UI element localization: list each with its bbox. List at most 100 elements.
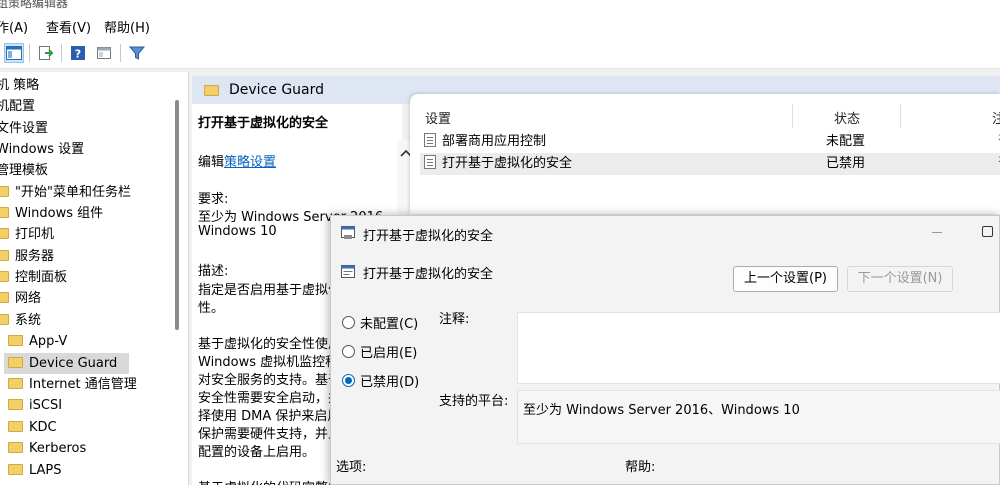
filter-button[interactable] xyxy=(127,43,147,63)
requirements-label: 要求: xyxy=(198,192,229,207)
folder-icon xyxy=(8,442,23,453)
radio-enabled-label[interactable]: 已启用(E) xyxy=(360,342,417,361)
setting-row-selected[interactable]: 打开基于虚拟化的安全 已禁用 否 xyxy=(420,153,1000,175)
tree-item[interactable]: App-V xyxy=(8,331,67,352)
help-label: 帮助: xyxy=(625,460,656,475)
description-text: 指定是否启用基于虚拟化 xyxy=(198,283,342,298)
description-text: 基于虚拟化的代码完整性 xyxy=(198,477,341,485)
toolbar-separator xyxy=(61,44,62,62)
platform-value: 至少为 Windows Server 2016、Windows 10 xyxy=(523,403,800,418)
toolbar-separator xyxy=(29,44,30,62)
tree-scrollbar[interactable] xyxy=(170,72,187,485)
export-list-button[interactable] xyxy=(36,43,56,63)
tree-item[interactable]: 网络 xyxy=(0,288,41,309)
radio-enabled[interactable] xyxy=(342,345,355,358)
setting-name: 部署商用应用控制 xyxy=(442,134,547,149)
console-tree-icon xyxy=(6,46,22,60)
console-tree: 机 策略 机配置 文件设置 Windows 设置 管理模板 "开始"菜单和任务栏… xyxy=(0,72,189,485)
tree-item[interactable]: 机配置 xyxy=(0,96,35,117)
tree-item[interactable]: 服务器 xyxy=(0,246,54,267)
description-title: 打开基于虚拟化的安全 xyxy=(198,116,329,131)
tree-item-device-guard[interactable]: Device Guard xyxy=(4,353,130,374)
edit-policy-link[interactable]: 策略设置 xyxy=(224,155,276,170)
description-text: Windows 虚拟机监控程 xyxy=(198,355,339,370)
policy-setting-icon xyxy=(424,155,436,169)
tree-item[interactable]: 系统 xyxy=(0,310,41,331)
radio-disabled-label[interactable]: 已禁用(D) xyxy=(360,371,419,390)
column-header-comment[interactable]: 注 xyxy=(992,108,1000,127)
description-text: 对安全服务的支持。基于 xyxy=(198,373,342,388)
tree-item[interactable]: Kerberos xyxy=(8,438,86,459)
export-icon xyxy=(39,46,54,60)
show-tree-button[interactable] xyxy=(4,43,24,63)
tree-item[interactable]: Windows 组件 xyxy=(0,203,103,224)
folder-icon xyxy=(0,314,9,325)
help-button[interactable]: ? xyxy=(68,43,88,63)
properties-icon xyxy=(97,47,111,59)
column-header-setting[interactable]: 设置 xyxy=(425,108,451,127)
toolbar-separator xyxy=(120,44,121,62)
column-divider[interactable] xyxy=(792,104,793,128)
description-text: 配置的设备上启用。 xyxy=(198,445,316,460)
tree-item[interactable]: LAPS xyxy=(8,460,62,481)
description-label: 描述: xyxy=(198,264,229,279)
next-setting-button[interactable]: 下一个设置(N) xyxy=(847,266,953,292)
previous-setting-button[interactable]: 上一个设置(P) xyxy=(733,266,838,292)
column-header-state[interactable]: 状态 xyxy=(834,108,860,127)
description-text: 基于虚拟化的安全性使用 xyxy=(198,337,342,352)
menu-view[interactable]: 查看(V) xyxy=(46,17,91,36)
policy-dialog: 打开基于虚拟化的安全 打开基于虚拟化的安全 上一个设置(P) 下一个设置(N) … xyxy=(330,215,1000,485)
setting-state: 未配置 xyxy=(826,134,866,149)
folder-icon xyxy=(8,421,23,432)
panel-title: Device Guard xyxy=(229,82,325,98)
maximize-button[interactable] xyxy=(982,226,993,237)
tree-item[interactable]: 管理模板 xyxy=(0,160,48,181)
column-divider[interactable] xyxy=(900,104,901,128)
folder-icon xyxy=(8,335,23,346)
minimize-button[interactable] xyxy=(932,232,942,233)
folder-icon xyxy=(0,292,9,303)
comment-label: 注释: xyxy=(439,312,470,327)
folder-icon xyxy=(204,85,219,96)
filter-icon xyxy=(129,46,145,60)
policy-setting-icon xyxy=(341,265,355,278)
folder-icon xyxy=(8,399,23,410)
tree-item[interactable]: 控制面板 xyxy=(0,267,67,288)
tree-item[interactable]: 文件设置 xyxy=(0,118,48,139)
properties-button[interactable] xyxy=(94,43,114,63)
options-label: 选项: xyxy=(336,460,367,475)
menu-action[interactable]: 作(A) xyxy=(0,17,28,36)
tree-item[interactable]: 机 策略 xyxy=(0,75,39,96)
scrollbar-thumb[interactable] xyxy=(175,100,179,330)
radio-not-configured[interactable] xyxy=(342,316,355,329)
tree-item[interactable]: Windows 设置 xyxy=(0,139,84,160)
setting-state: 已禁用 xyxy=(826,156,866,171)
folder-icon xyxy=(0,271,9,282)
folder-icon xyxy=(0,250,9,261)
tree-item[interactable]: "开始"菜单和任务栏 xyxy=(0,182,131,203)
tree-item[interactable]: iSCSI xyxy=(8,395,62,416)
help-icon: ? xyxy=(71,46,85,61)
window-title-bar: 组策略编辑器 xyxy=(0,0,1000,14)
menu-help[interactable]: 帮助(H) xyxy=(104,17,150,36)
description-text: 安全性需要安全启动，并 xyxy=(198,391,342,406)
radio-not-configured-label[interactable]: 未配置(C) xyxy=(360,313,418,332)
requirements-text: Windows 10 xyxy=(198,224,277,239)
edit-policy-line: 编辑策略设置 xyxy=(198,155,277,170)
tree-item[interactable]: KDC xyxy=(8,417,57,438)
platform-label: 支持的平台: xyxy=(439,394,509,409)
svg-text:?: ? xyxy=(75,48,81,61)
tree-item[interactable]: 打印机 xyxy=(0,224,54,245)
description-text: 择使用 DMA 保护来启用 xyxy=(198,409,341,424)
comment-textarea[interactable] xyxy=(517,312,1000,384)
setting-row[interactable]: 部署商用应用控制 未配置 否 xyxy=(420,131,1000,153)
toolbar: ? xyxy=(0,38,1000,69)
settings-list: 设置 状态 注 部署商用应用控制 未配置 否 打开基于虚拟化的安全 已禁用 否 xyxy=(410,94,1000,214)
folder-icon xyxy=(8,378,23,389)
folder-icon xyxy=(8,464,23,475)
folder-icon xyxy=(8,357,23,368)
tree-item[interactable]: Internet 通信管理 xyxy=(8,374,137,395)
folder-icon xyxy=(0,228,9,239)
radio-disabled[interactable] xyxy=(342,374,355,387)
policy-name: 打开基于虚拟化的安全 xyxy=(363,267,494,282)
